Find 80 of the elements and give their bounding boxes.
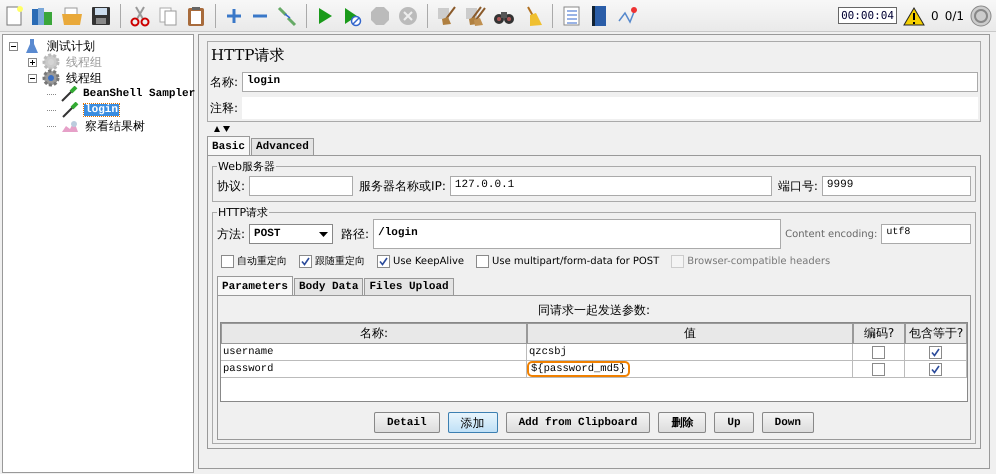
tab[interactable]: Advanced [251, 138, 314, 155]
table-cell: username [221, 344, 527, 361]
collapse-icon[interactable] [28, 74, 37, 82]
checkbox-label: 自动重定向 [237, 254, 287, 268]
panel-title: HTTP请求 [211, 46, 284, 65]
chart-icon [61, 119, 79, 133]
field-label: 端口号: [778, 178, 818, 194]
pipettes-icon[interactable] [276, 4, 298, 26]
warning-count: 0 [931, 8, 939, 22]
collapse-icon[interactable] [9, 42, 18, 50]
name-field[interactable]: login [242, 72, 978, 92]
protocol-field[interactable] [249, 176, 354, 196]
field-label: 注释: [210, 100, 238, 116]
checkbox-label: Use KeepAlive [393, 256, 464, 266]
column-header[interactable]: 值 [527, 323, 853, 344]
server-field[interactable]: 127.0.0.1 [450, 176, 772, 196]
checkbox-label: 跟随重定向 [315, 254, 365, 268]
pipette-icon [61, 102, 79, 118]
action-button[interactable]: 删除 [658, 412, 706, 433]
table-caption: 同请求一起发送参数: [536, 302, 652, 319]
gear-icon [42, 69, 60, 87]
action-button[interactable]: Up [714, 412, 754, 433]
checkbox[interactable] [929, 362, 942, 376]
action-button[interactable]: Down [762, 412, 814, 433]
checkbox-label: Use multipart/form-data for POST [492, 256, 660, 266]
checkbox-label: Browser-compatible headers [687, 256, 830, 266]
save-icon[interactable] [90, 4, 112, 26]
tab[interactable]: Parameters [217, 276, 294, 295]
field-label: 路径: [341, 226, 370, 242]
checkbox[interactable] [872, 346, 885, 358]
port-field[interactable]: 9999 [822, 176, 971, 196]
warning-icon [903, 6, 926, 26]
tree-item[interactable]: 察看结果树 [84, 118, 146, 134]
checkbox[interactable] [476, 254, 490, 268]
path-field[interactable]: /login [373, 219, 782, 249]
field-label: Content encoding: [785, 228, 878, 240]
tab[interactable]: Basic [207, 136, 250, 155]
column-header[interactable]: 编码? [853, 323, 905, 344]
tab[interactable]: Body Data [294, 278, 364, 295]
open-folder-icon[interactable] [60, 4, 84, 26]
group-title: Web服务器 [217, 159, 276, 174]
tree-item[interactable]: 测试计划 [46, 38, 96, 54]
field-label: 服务器名称或IP: [359, 178, 446, 194]
paste-icon[interactable] [185, 4, 207, 26]
broom-icon[interactable] [436, 4, 458, 26]
column-header[interactable]: 名称: [221, 323, 527, 344]
copy-icon[interactable] [157, 4, 179, 26]
encoding-field[interactable]: utf8 [881, 224, 971, 244]
caret-icon [319, 232, 328, 236]
table-cell: ${password_md5} [529, 363, 628, 375]
checkbox[interactable] [221, 254, 234, 268]
pipette-icon [60, 86, 78, 102]
thread-count: 0/1 [944, 8, 964, 22]
checkbox[interactable] [377, 254, 390, 268]
checkbox[interactable] [929, 346, 942, 358]
action-button[interactable]: Add from Clipboard [506, 412, 650, 433]
circle-icon[interactable] [970, 4, 992, 26]
action-button[interactable]: 添加 [448, 412, 498, 433]
split-arrows-icon[interactable] [213, 125, 231, 133]
group-title: HTTP请求 [217, 205, 270, 220]
gear-icon [42, 53, 60, 71]
field-label: 名称: [210, 74, 238, 90]
checkbox[interactable] [299, 254, 312, 268]
elapsed-time: 00:00:04 [838, 7, 898, 24]
brooms-icon[interactable] [464, 4, 486, 26]
help-icon[interactable] [589, 4, 609, 26]
flask-icon [24, 38, 40, 54]
field-label: 方法: [217, 226, 246, 242]
checkbox[interactable] [872, 362, 885, 376]
cut-icon[interactable] [129, 4, 151, 26]
tab[interactable]: Files Upload [364, 278, 454, 295]
method-dropdown[interactable]: POST [249, 224, 334, 244]
field-label: 协议: [217, 178, 246, 194]
new-file-icon[interactable] [4, 4, 24, 26]
action-button[interactable]: Detail [374, 412, 440, 433]
column-header[interactable]: 包含等于? [905, 323, 967, 344]
tree-item[interactable]: 线程组 [65, 70, 103, 86]
table-cell: qzcsbj [529, 346, 567, 358]
tree-item[interactable]: BeanShell Sampler [82, 88, 196, 100]
table-cell: password [221, 361, 527, 378]
